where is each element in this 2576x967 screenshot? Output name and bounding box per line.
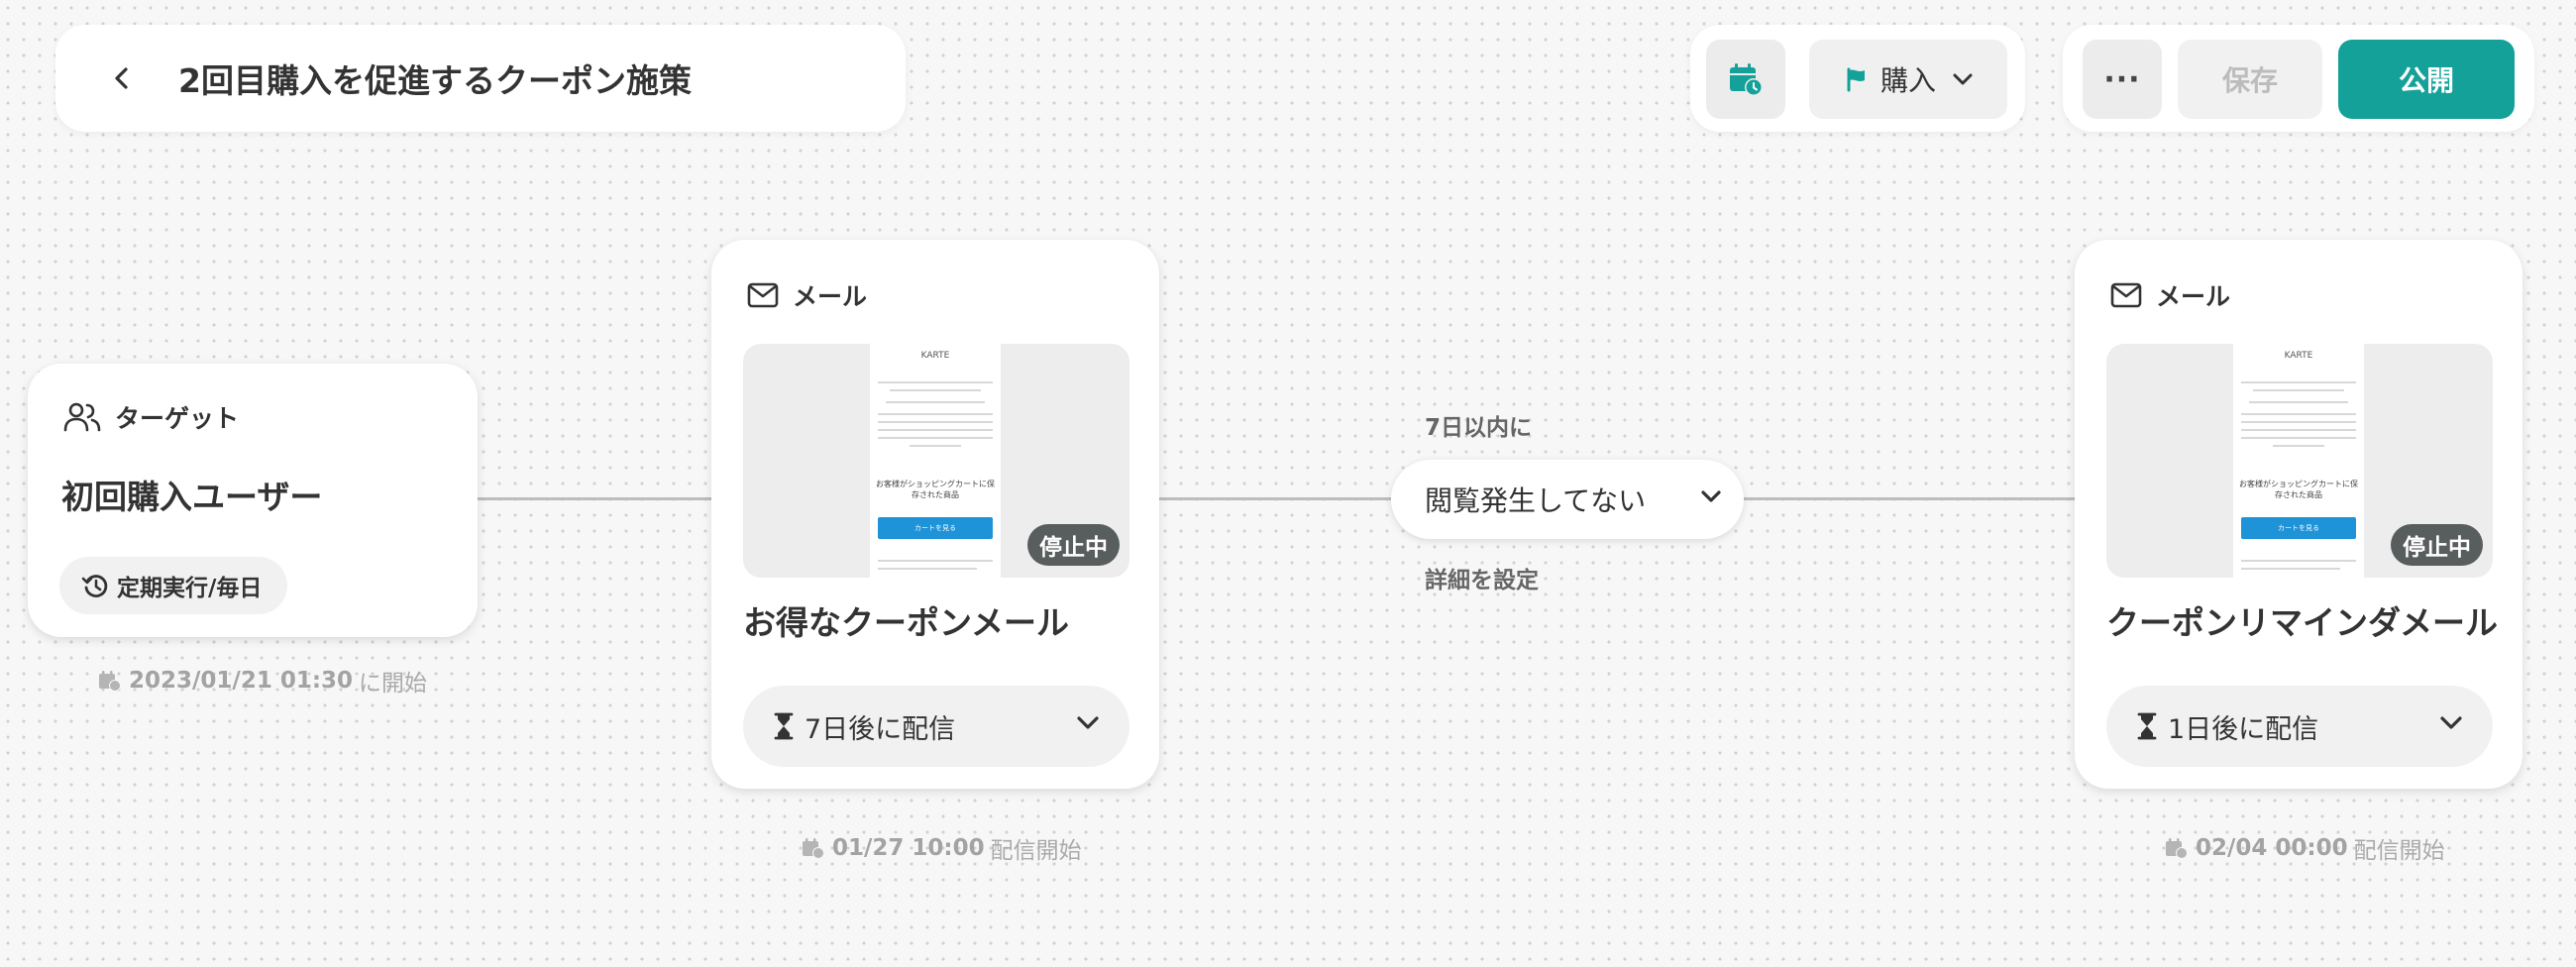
email-text-line [890,389,981,391]
email-text-line [878,413,993,415]
delay-dropdown[interactable]: 7日後に配信 [743,686,1129,767]
history-icon [81,572,109,599]
email-text-line [878,568,977,570]
page-title: 2回目購入を促進するクーポン施策 [178,61,692,100]
target-node-title: 初回購入ユーザー [61,478,323,516]
mail-node-header: メール [2110,277,2230,313]
goal-dropdown[interactable]: 購入 [1809,40,2007,119]
schedule-label: 定期実行/毎日 [117,576,263,601]
email-text-line [878,560,993,562]
calendar-clock-icon [2166,838,2188,859]
chevron-down-icon [2439,715,2463,731]
karte-logo: KARTE [2284,351,2313,361]
users-icon [63,401,101,433]
email-text-line [2241,421,2356,423]
connector-condition-to-mail2 [1744,497,2075,500]
email-text-line [878,421,993,423]
condition-window-label: 7日以内に [1425,415,1533,441]
email-text-line [2241,413,2356,415]
target-start-suffix: に開始 [359,671,428,697]
email-text-line [2253,389,2344,391]
status-badge: 停止中 [1027,524,1120,566]
email-preview-document: KARTE お客様がショッピングカートに保存された商品 カートを見る [2233,344,2364,578]
mail-node-header: メール [747,277,867,313]
email-cta-button: カートを見る [2241,517,2356,539]
email-text-line [2241,381,2356,383]
chevron-down-icon [1953,73,1973,85]
mail-send-info: 01/27 10:00 配信開始 [801,831,1082,865]
publish-button[interactable]: 公開 [2338,40,2515,119]
save-button[interactable]: 保存 [2178,40,2322,119]
email-text-line [2241,429,2356,431]
target-node-type: ターゲット [115,404,240,433]
mail-send-suffix: 配信開始 [2353,838,2445,864]
goal-label: 購入 [1879,64,1936,97]
flag-icon [1847,67,1865,92]
mail-icon [2110,282,2142,308]
email-text-line [2241,560,2356,562]
delay-label: 1日後に配信 [2168,713,2319,745]
header-bar: 2回目購入を促進するクーポン施策 [55,25,906,132]
delay-label: 7日後に配信 [805,713,956,745]
email-preview[interactable]: KARTE お客様がショッピングカートに保存された商品 カートを見る 停止中 [2106,344,2493,578]
more-options-button[interactable]: ··· [2083,40,2162,119]
chevron-down-icon [1076,715,1100,731]
hourglass-icon [2136,712,2158,740]
email-text-line [878,381,993,383]
email-text-line [2241,437,2356,439]
email-text-line [2273,445,2324,447]
email-preview[interactable]: KARTE お客様がショッピングカートに保存された商品 カートを見る 停止中 [743,344,1129,578]
mail-node-type: メール [793,282,868,311]
delay-dropdown[interactable]: 1日後に配信 [2106,686,2493,767]
email-text-line [878,437,993,439]
email-text-line [878,429,993,431]
schedule-chip[interactable]: 定期実行/毎日 [59,557,288,614]
email-product-heading: お客様がショッピングカートに保存された商品 [876,480,995,499]
email-text-line [2249,401,2348,403]
toolbar-group-schedule: 購入 [1690,25,2025,132]
email-text-line [2241,568,2340,570]
chevron-left-icon [115,67,128,89]
calendar-clock-icon [1730,63,1763,96]
email-product-heading: お客様がショッピングカートに保存された商品 [2239,480,2358,499]
hourglass-icon [773,712,795,740]
mail-send-suffix: 配信開始 [990,838,1082,864]
mail-send-datetime: 01/27 10:00 [832,835,985,861]
calendar-clock-icon [99,671,121,692]
mail-node[interactable]: メール KARTE お客様がショッピングカートに保存された商品 カートを見る 停… [2075,240,2522,789]
condition-dropdown[interactable]: 閲覧発生してない [1391,460,1744,539]
mail-node-title: クーポンリマインダメール [2106,603,2499,642]
status-badge: 停止中 [2391,524,2483,566]
mail-icon [747,282,779,308]
calendar-clock-icon [803,838,824,859]
connector-mail1-to-condition [1159,497,1391,500]
connector-target-to-mail1 [478,497,711,500]
condition-detail-link[interactable]: 詳細を設定 [1425,561,1539,594]
mail-node-type: メール [2156,282,2231,311]
email-text-line [910,445,961,447]
target-start-datetime: 2023/01/21 01:30 [129,668,354,694]
email-text-line [886,401,985,403]
back-button[interactable] [97,54,147,103]
mail-send-info: 02/04 00:00 配信開始 [2164,831,2445,865]
condition-selected: 閲覧発生してない [1425,484,1647,517]
chevron-down-icon [1700,489,1722,505]
target-start-info: 2023/01/21 01:30 に開始 [97,664,427,698]
schedule-button[interactable] [1706,40,1785,119]
toolbar-group-actions: ··· 保存 公開 [2063,25,2534,132]
email-preview-document: KARTE お客様がショッピングカートに保存された商品 カートを見る [870,344,1001,578]
mail-send-datetime: 02/04 00:00 [2196,835,2348,861]
target-node-header: ターゲット [63,399,239,435]
karte-logo: KARTE [920,351,950,361]
mail-node-title: お得なクーポンメール [743,603,1070,642]
target-node[interactable]: ターゲット 初回購入ユーザー 定期実行/毎日 [28,364,478,637]
mail-node[interactable]: メール KARTE お客様がショッピングカートに保存された商品 カートを見る 停… [711,240,1159,789]
email-cta-button: カートを見る [878,517,993,539]
